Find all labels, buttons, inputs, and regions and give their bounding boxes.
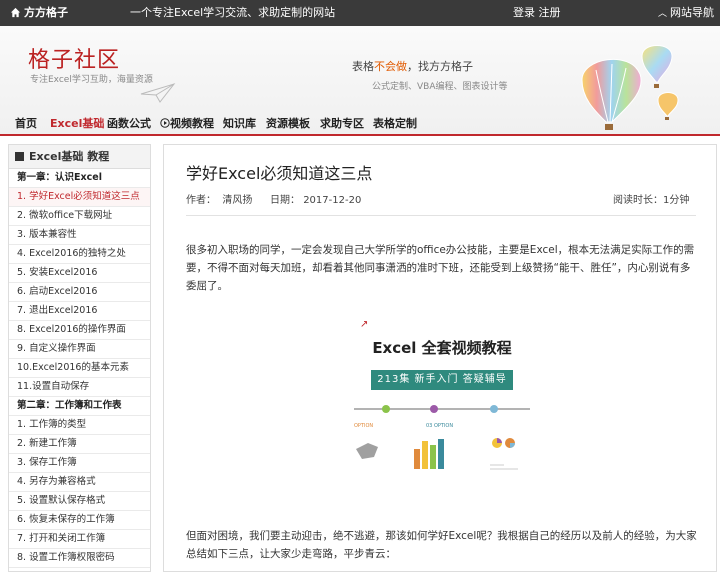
sidebar-item[interactable]: 1. 学好Excel必须知道这三点 — [9, 188, 150, 207]
nav-custom[interactable]: 表格定制 — [373, 114, 417, 134]
nav-underline — [0, 134, 720, 136]
meta-divider — [186, 215, 696, 216]
sidebar-item[interactable]: 9. 自定义操作界面 — [9, 340, 150, 359]
sidebar-item[interactable]: 6. 启动Excel2016 — [9, 283, 150, 302]
sidebar-item[interactable]: 7. 打开和关闭工作簿 — [9, 530, 150, 549]
home-link[interactable]: 方方格子 — [10, 0, 68, 26]
sidebar-chapter-heading: 第一章：认识Excel — [9, 169, 150, 188]
sidebar-item[interactable]: 7. 退出Excel2016 — [9, 302, 150, 321]
nav-help[interactable]: 求助专区 — [320, 114, 364, 134]
paper-plane-icon — [140, 83, 176, 103]
top-bar: 方方格子 一个专注Excel学习交流、求助定制的网站 登录 注册 ︿ 网站导航 — [0, 0, 720, 26]
site-nav-label: 网站导航 — [670, 6, 715, 19]
login-link[interactable]: 登录 — [513, 6, 535, 19]
article-date: 日期： 2017-12-20 — [270, 195, 362, 206]
sidebar-header: Excel基础 教程 — [9, 145, 150, 169]
logo-mark-icon: ↗ — [360, 319, 369, 330]
nav-templates[interactable]: 资源模板 — [266, 114, 310, 134]
nav-excel-basics[interactable]: Excel基础 — [50, 114, 104, 134]
site-header: 格子社区 专注Excel学习互助，海量资源 表格不会做，找方方格子 公式定制、V… — [0, 26, 720, 134]
square-icon — [15, 152, 24, 161]
sidebar-item[interactable]: 4. Excel2016的独特之处 — [9, 245, 150, 264]
site-nav-menu[interactable]: ︿ 网站导航 — [658, 0, 714, 27]
sidebar-item[interactable]: 6. 恢复未保存的工作簿 — [9, 511, 150, 530]
sidebar-item[interactable]: 4. 另存为兼容格式 — [9, 473, 150, 492]
nav-functions[interactable]: 函数公式 — [107, 114, 151, 134]
banner-band: 213集 新手入门 答疑辅导 — [371, 370, 513, 390]
sidebar-item[interactable]: 3. 保存工作簿 — [9, 454, 150, 473]
sidebar-title: Excel基础 教程 — [29, 150, 110, 163]
nav-video-label: 视频教程 — [170, 117, 214, 130]
sidebar-item[interactable]: 1. 工作簿的类型 — [9, 416, 150, 435]
article-author: 作者： 清风扬 — [186, 195, 253, 206]
play-circle-icon — [160, 118, 170, 128]
tutorial-sidebar: Excel基础 教程 第一章：认识Excel 1. 学好Excel必须知道这三点 2… — [8, 144, 151, 572]
sidebar-item[interactable]: 10.Excel2016的基本元素 — [9, 359, 150, 378]
sidebar-item[interactable]: 3. 版本兼容性 — [9, 226, 150, 245]
site-name: 方方格子 — [24, 6, 68, 19]
article-paragraph-2: 但面对困境，我们要主动迎击，绝不逃避，那该如何学好Excel呢？我根据自己的经历… — [186, 530, 697, 560]
sidebar-item[interactable]: 2. 新建工作簿 — [9, 435, 150, 454]
chevron-up-icon: ︿ — [658, 9, 668, 19]
register-link[interactable]: 注册 — [539, 6, 561, 19]
sidebar-item[interactable]: 11.设置自动保存 — [9, 378, 150, 397]
sidebar-item[interactable]: 8. Excel2016的操作界面 — [9, 321, 150, 340]
hot-air-balloons-illustration — [581, 45, 679, 130]
header-services: 公式定制、VBA编程、图表设计等 — [372, 82, 508, 92]
auth-links: 登录 注册 — [513, 0, 561, 26]
article-paragraph-1: 很多初入职场的同学，一定会发现自己大学所学的office办公技能，主要是Exce… — [186, 244, 695, 292]
sidebar-item[interactable]: 5. 设置默认保存格式 — [9, 492, 150, 511]
article-read-time: 阅读时长：1分钟 — [613, 195, 690, 206]
infographic-illustration: OPTION 03 OPTION — [354, 405, 530, 470]
option-b-label: 03 OPTION — [426, 423, 453, 429]
option-a-label: OPTION — [354, 423, 373, 429]
nav-home[interactable]: 首页 — [15, 114, 37, 134]
banner-title: Excel 全套视频教程 — [372, 339, 512, 357]
sidebar-item[interactable]: 8. 设置工作簿权限密码 — [9, 549, 150, 568]
video-course-banner[interactable]: ↗ Excel 全套视频教程 213集 新手入门 答疑辅导 OPTION 03 … — [354, 315, 530, 491]
sidebar-list: 第一章：认识Excel 1. 学好Excel必须知道这三点 2. 微软office下… — [9, 169, 150, 568]
sidebar-item[interactable]: 2. 微软office下载网址 — [9, 207, 150, 226]
site-slogan: 一个专注Excel学习交流、求助定制的网站 — [130, 6, 336, 19]
tagline-highlight: 不会做 — [374, 60, 407, 73]
article-panel: 学好Excel必须知道这三点 作者： 清风扬 日期： 2017-12-20 阅读… — [163, 144, 717, 572]
header-tagline: 表格不会做，找方方格子 — [352, 60, 473, 73]
sidebar-chapter-heading: 第二章：工作簿和工作表 — [9, 397, 150, 416]
nav-knowledge[interactable]: 知识库 — [223, 114, 256, 134]
home-icon — [10, 7, 21, 18]
brand-logo[interactable]: 格子社区 — [28, 42, 120, 74]
sidebar-item[interactable]: 5. 安装Excel2016 — [9, 264, 150, 283]
article-title: 学好Excel必须知道这三点 — [186, 164, 373, 183]
brand-subtitle: 专注Excel学习互助，海量资源 — [30, 75, 153, 85]
nav-video[interactable]: 视频教程 — [160, 114, 214, 134]
main-nav: 首页 Excel基础 函数公式 视频教程 知识库 资源模板 求助专区 表格定制 — [0, 114, 720, 134]
